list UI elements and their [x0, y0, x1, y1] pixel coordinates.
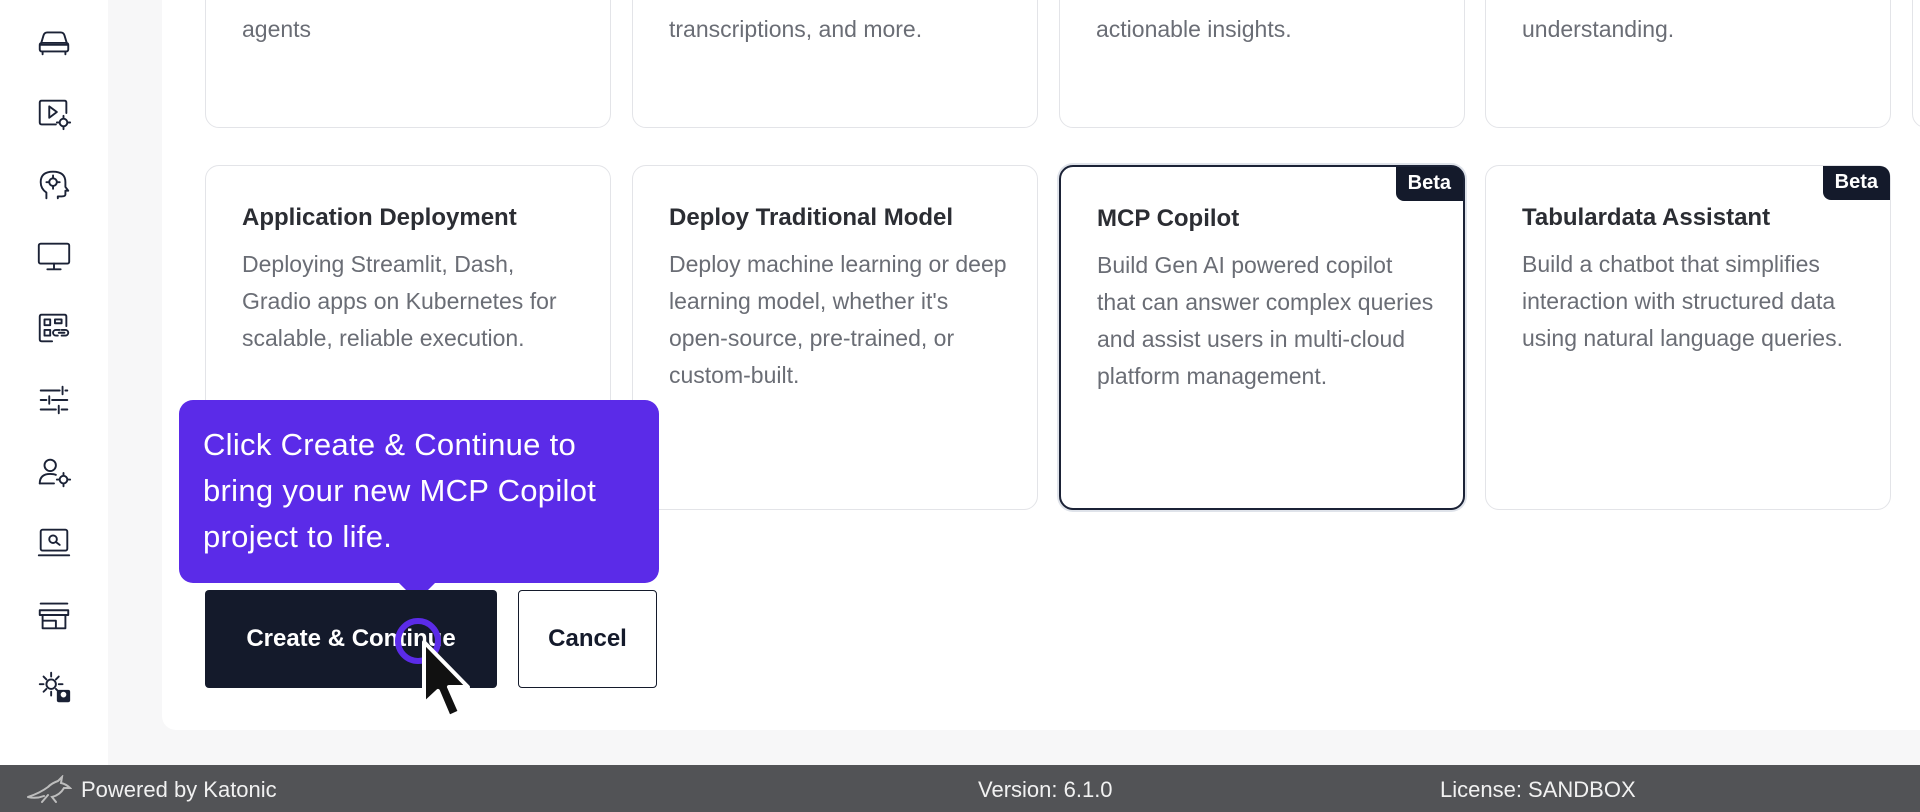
- screen-search-icon[interactable]: [30, 519, 78, 567]
- guide-tooltip: Click Create & Continue to bring your ne…: [179, 400, 659, 601]
- cancel-button[interactable]: Cancel: [518, 590, 657, 688]
- sidebar: [0, 0, 108, 765]
- template-card-tabulardata-assistant[interactable]: Beta Tabulardata Assistant Build a chatb…: [1485, 165, 1891, 510]
- gear-user-icon[interactable]: [30, 663, 78, 711]
- dashboard-link-icon[interactable]: [30, 304, 78, 352]
- template-card-top-4[interactable]: understanding.: [1485, 0, 1891, 128]
- card-description: actionable insights.: [1096, 16, 1292, 42]
- card-title: Application Deployment: [242, 204, 517, 231]
- footer-powered-by: Powered by Katonic: [81, 777, 277, 802]
- card-description: Build a chatbot that simplifies interact…: [1522, 251, 1843, 351]
- beta-badge: Beta: [1395, 167, 1463, 201]
- footer-version: Version: 6.1.0: [978, 777, 1113, 802]
- katonic-logo-icon: [27, 775, 72, 803]
- template-card-top-1[interactable]: agents: [205, 0, 611, 128]
- card-title: Deploy Traditional Model: [669, 204, 954, 231]
- template-card-deploy-traditional-model[interactable]: Deploy Traditional Model Deploy machine …: [632, 165, 1038, 510]
- card-description: transcriptions, and more.: [669, 16, 923, 42]
- sliders-icon[interactable]: [30, 376, 78, 424]
- card-title: MCP Copilot: [1097, 205, 1240, 232]
- brain-gear-icon[interactable]: [30, 161, 78, 209]
- footer-license: License: SANDBOX: [1440, 777, 1636, 802]
- card-description: Build Gen AI powered copilot that can an…: [1097, 252, 1434, 389]
- user-settings-icon[interactable]: [30, 448, 78, 496]
- beta-badge: Beta: [1822, 166, 1890, 200]
- store-icon[interactable]: [30, 591, 78, 639]
- mouse-cursor-icon: [422, 640, 470, 719]
- monitor-icon[interactable]: [30, 232, 78, 280]
- card-description: Deploy machine learning or deep learning…: [669, 251, 1007, 388]
- template-card-mcp-copilot[interactable]: Beta MCP Copilot Build Gen AI powered co…: [1059, 165, 1465, 510]
- card-description: Deploying Streamlit, Dash, Gradio apps o…: [242, 251, 557, 351]
- card-description: agents: [242, 16, 312, 42]
- video-settings-icon[interactable]: [30, 89, 78, 137]
- footer-bar: Powered by Katonic Version: 6.1.0 Licens…: [0, 765, 1920, 812]
- car-icon[interactable]: [30, 17, 78, 65]
- card-title: Tabulardata Assistant: [1522, 204, 1771, 231]
- template-card-top-2[interactable]: transcriptions, and more.: [632, 0, 1038, 128]
- card-description: understanding.: [1522, 16, 1675, 42]
- template-card-top-5[interactable]: [1912, 0, 1920, 128]
- template-card-top-3[interactable]: actionable insights.: [1059, 0, 1465, 128]
